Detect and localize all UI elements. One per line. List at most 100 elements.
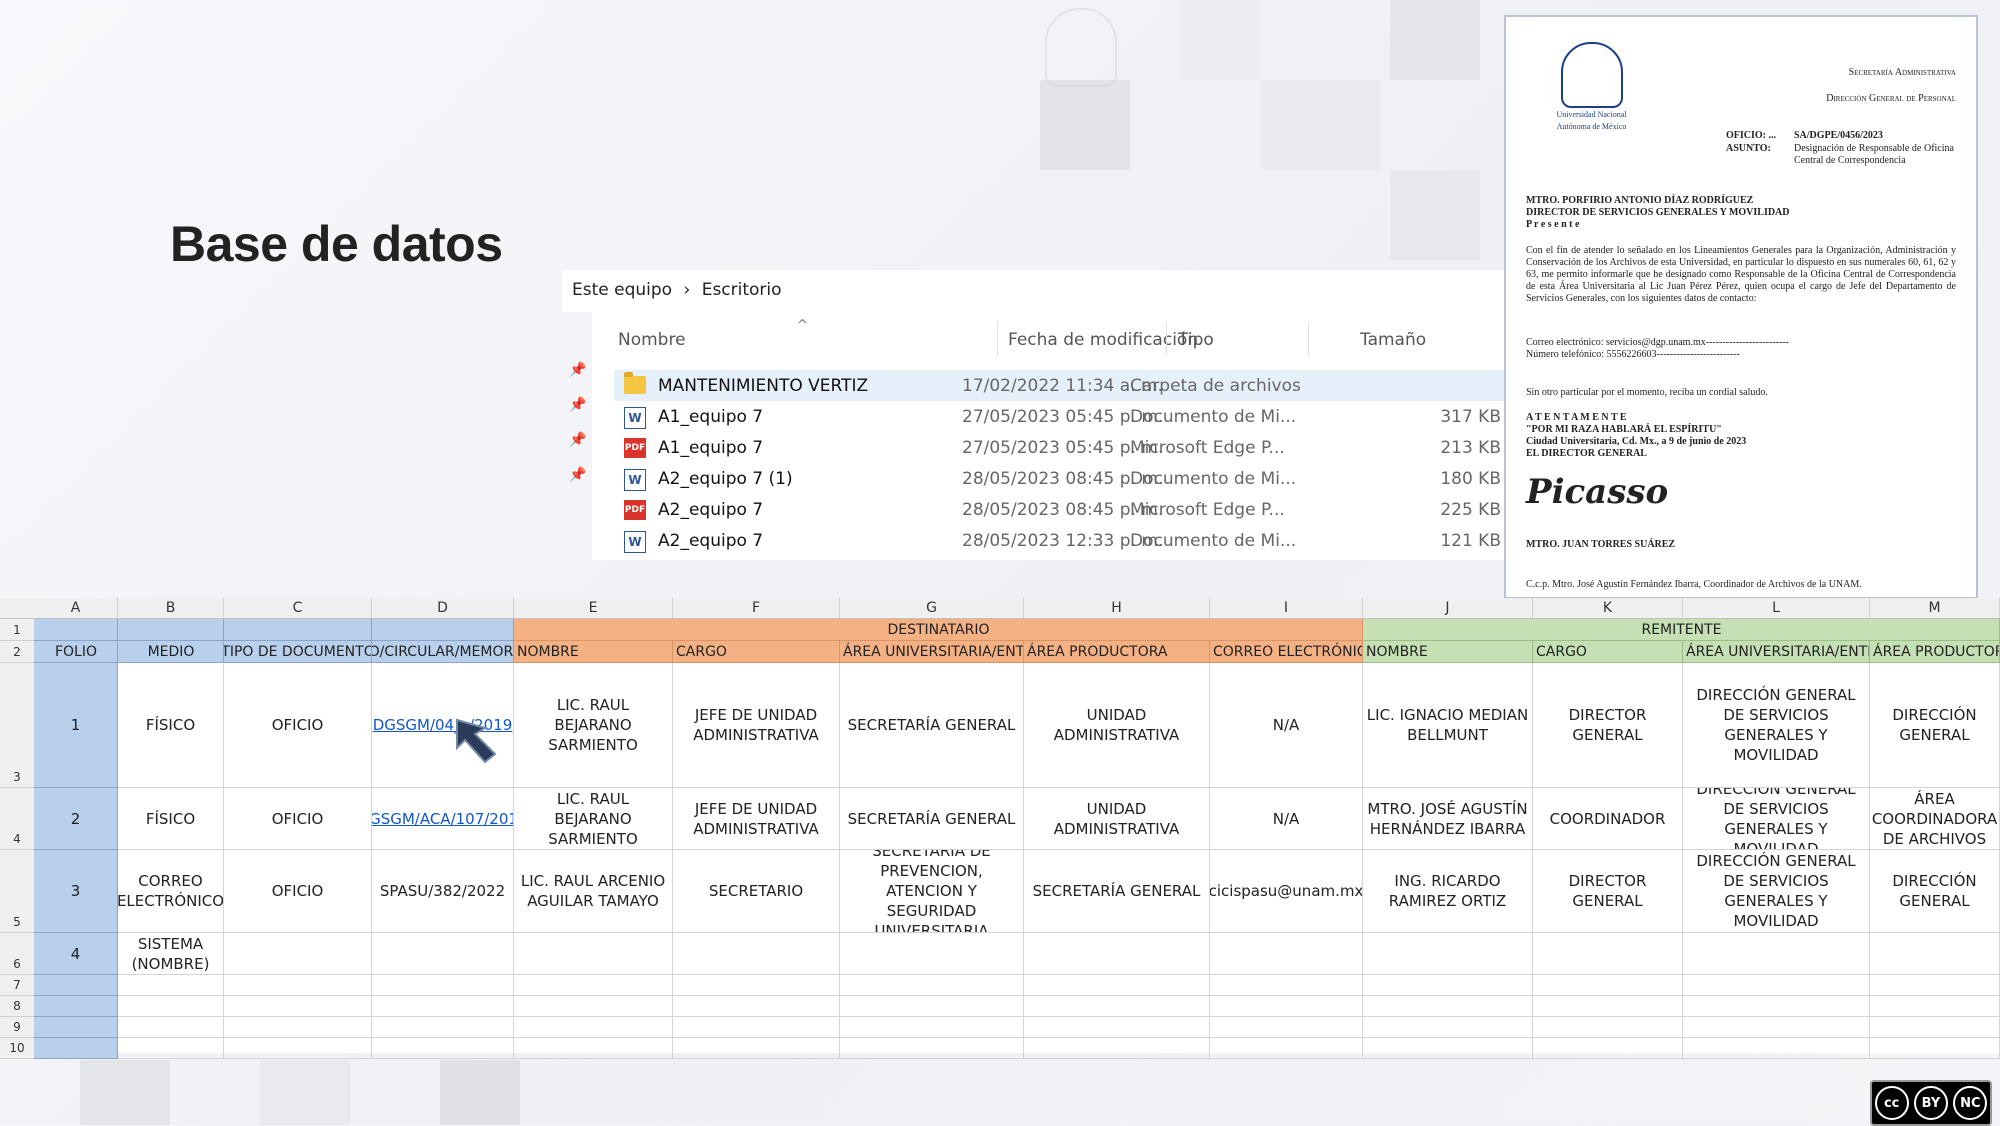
column-header-type[interactable]: Tipo bbox=[1178, 330, 1214, 350]
column-title-cell[interactable]: CORREO ELECTRÓNICO bbox=[1210, 641, 1363, 663]
data-cell[interactable]: ÁREA COORDINADORA DE ARCHIVOS bbox=[1870, 788, 2000, 850]
empty-cell[interactable] bbox=[1024, 1038, 1210, 1059]
data-cell[interactable]: DIRECCIÓN GENERAL bbox=[1870, 850, 2000, 933]
column-divider[interactable] bbox=[1308, 322, 1309, 356]
select-all-corner[interactable] bbox=[0, 598, 35, 619]
column-title-cell[interactable]: FOLIO bbox=[34, 641, 118, 663]
empty-cell[interactable] bbox=[1024, 975, 1210, 996]
empty-cell[interactable] bbox=[1683, 1038, 1870, 1059]
pin-icon[interactable]: 📌 bbox=[569, 432, 586, 448]
empty-cell[interactable] bbox=[34, 1017, 118, 1038]
file-row[interactable]: W A2_equipo 7 (1) 28/05/2023 08:45 p. m. Do… bbox=[614, 463, 1507, 494]
row-header[interactable]: 8 bbox=[0, 996, 35, 1017]
empty-cell[interactable] bbox=[1533, 1038, 1683, 1059]
column-title-cell[interactable]: CARGO bbox=[1533, 641, 1683, 663]
header-cell-blank[interactable] bbox=[224, 619, 372, 641]
pin-icon[interactable]: 📌 bbox=[569, 467, 586, 483]
empty-cell[interactable] bbox=[118, 975, 224, 996]
empty-cell[interactable] bbox=[224, 1017, 372, 1038]
data-cell[interactable]: SECRETARÍA GENERAL bbox=[840, 788, 1024, 850]
empty-cell[interactable] bbox=[673, 996, 840, 1017]
data-cell[interactable]: DIRECTOR GENERAL bbox=[1533, 663, 1683, 788]
column-header-m[interactable]: M bbox=[1870, 598, 2000, 619]
pin-icon[interactable]: 📌 bbox=[569, 397, 586, 413]
data-cell[interactable]: cicispasu@unam.mx bbox=[1210, 850, 1363, 933]
column-title-cell[interactable]: ÁREA UNIVERSITARIA/ENTIDAD bbox=[1683, 641, 1870, 663]
row-header[interactable]: 4 bbox=[0, 788, 35, 850]
column-header-f[interactable]: F bbox=[673, 598, 840, 619]
row-header[interactable]: 5 bbox=[0, 850, 35, 933]
pin-icon[interactable]: 📌 bbox=[569, 362, 586, 378]
column-header-a[interactable]: A bbox=[34, 598, 118, 619]
data-cell[interactable]: LIC. IGNACIO MEDIAN BELLMUNT bbox=[1363, 663, 1533, 788]
data-cell[interactable]: DGSGM/ACA/107/2019 bbox=[372, 788, 514, 850]
empty-cell[interactable] bbox=[1870, 1017, 2000, 1038]
data-cell[interactable] bbox=[1870, 933, 2000, 975]
empty-cell[interactable] bbox=[1533, 1017, 1683, 1038]
empty-cell[interactable] bbox=[1683, 1017, 1870, 1038]
empty-cell[interactable] bbox=[224, 975, 372, 996]
data-cell[interactable]: DIRECCIÓN GENERAL DE SERVICIOS GENERALES… bbox=[1683, 850, 1870, 933]
data-cell[interactable]: 4 bbox=[34, 933, 118, 975]
empty-cell[interactable] bbox=[673, 975, 840, 996]
data-cell[interactable]: ING. RICARDO RAMIREZ ORTIZ bbox=[1363, 850, 1533, 933]
column-header-name[interactable]: Nombre bbox=[618, 330, 686, 350]
column-title-cell[interactable]: NOMBRE bbox=[1363, 641, 1533, 663]
data-cell[interactable]: DIRECCIÓN GENERAL DE SERVICIOS GENERALES… bbox=[1683, 788, 1870, 850]
data-cell[interactable] bbox=[840, 933, 1024, 975]
empty-cell[interactable] bbox=[1363, 1038, 1533, 1059]
data-cell[interactable]: N/A bbox=[1210, 663, 1363, 788]
column-header-i[interactable]: I bbox=[1210, 598, 1363, 619]
column-title-cell[interactable]: OFICIO/CIRCULAR/MEMORANDO bbox=[372, 641, 514, 663]
data-cell[interactable]: SECRETARÍA DE PREVENCION, ATENCION Y SEG… bbox=[840, 850, 1024, 933]
empty-cell[interactable] bbox=[1363, 975, 1533, 996]
empty-cell[interactable] bbox=[1210, 975, 1363, 996]
empty-cell[interactable] bbox=[224, 1038, 372, 1059]
breadcrumb-item[interactable]: Escritorio bbox=[702, 280, 782, 300]
header-cell-blank[interactable] bbox=[118, 619, 224, 641]
column-header-e[interactable]: E bbox=[514, 598, 673, 619]
empty-cell[interactable] bbox=[514, 975, 673, 996]
row-header[interactable]: 2 bbox=[0, 641, 35, 663]
empty-cell[interactable] bbox=[840, 996, 1024, 1017]
data-cell[interactable]: DIRECCIÓN GENERAL DE SERVICIOS GENERALES… bbox=[1683, 663, 1870, 788]
column-header-h[interactable]: H bbox=[1024, 598, 1210, 619]
column-header-k[interactable]: K bbox=[1533, 598, 1683, 619]
empty-cell[interactable] bbox=[372, 996, 514, 1017]
file-row[interactable]: W A2_equipo 7 28/05/2023 12:33 p. m. Docume… bbox=[614, 525, 1507, 556]
empty-cell[interactable] bbox=[1533, 996, 1683, 1017]
row-header[interactable]: 1 bbox=[0, 619, 35, 641]
data-cell[interactable] bbox=[1210, 933, 1363, 975]
data-cell[interactable] bbox=[1533, 933, 1683, 975]
group-header-destinatario[interactable]: DESTINATARIO bbox=[514, 619, 1363, 641]
data-cell[interactable]: OFICIO bbox=[224, 788, 372, 850]
data-cell[interactable]: FÍSICO bbox=[118, 788, 224, 850]
empty-cell[interactable] bbox=[1210, 996, 1363, 1017]
empty-cell[interactable] bbox=[1533, 975, 1683, 996]
empty-cell[interactable] bbox=[1870, 1038, 2000, 1059]
data-cell[interactable] bbox=[372, 933, 514, 975]
empty-cell[interactable] bbox=[1870, 975, 2000, 996]
file-row[interactable]: PDF A2_equipo 7 28/05/2023 08:45 p. m. Micr… bbox=[614, 494, 1507, 525]
row-header[interactable]: 10 bbox=[0, 1038, 35, 1059]
column-header-g[interactable]: G bbox=[840, 598, 1024, 619]
header-cell-blank[interactable] bbox=[34, 619, 118, 641]
column-title-cell[interactable]: ÁREA UNIVERSITARIA/ENTIDAD bbox=[840, 641, 1024, 663]
data-cell[interactable]: MTRO. JOSÉ AGUSTÍN HERNÁNDEZ IBARRA bbox=[1363, 788, 1533, 850]
empty-cell[interactable] bbox=[372, 1017, 514, 1038]
column-header-d[interactable]: D bbox=[372, 598, 514, 619]
data-cell[interactable]: DIRECCIÓN GENERAL bbox=[1870, 663, 2000, 788]
empty-cell[interactable] bbox=[514, 1017, 673, 1038]
data-cell[interactable] bbox=[673, 933, 840, 975]
column-title-cell[interactable]: ÁREA PRODUCTORA bbox=[1870, 641, 2000, 663]
data-cell[interactable]: OFICIO bbox=[224, 850, 372, 933]
empty-cell[interactable] bbox=[224, 996, 372, 1017]
data-cell[interactable]: SPASU/382/2022 bbox=[372, 850, 514, 933]
empty-cell[interactable] bbox=[840, 975, 1024, 996]
empty-cell[interactable] bbox=[673, 1038, 840, 1059]
data-cell[interactable] bbox=[224, 933, 372, 975]
data-cell[interactable]: JEFE DE UNIDAD ADMINISTRATIVA bbox=[673, 663, 840, 788]
data-cell[interactable]: UNIDAD ADMINISTRATIVA bbox=[1024, 663, 1210, 788]
file-row[interactable]: W A1_equipo 7 27/05/2023 05:45 p. m. Docume… bbox=[614, 401, 1507, 432]
data-cell[interactable]: LIC. RAUL BEJARANO SARMIENTO bbox=[514, 788, 673, 850]
